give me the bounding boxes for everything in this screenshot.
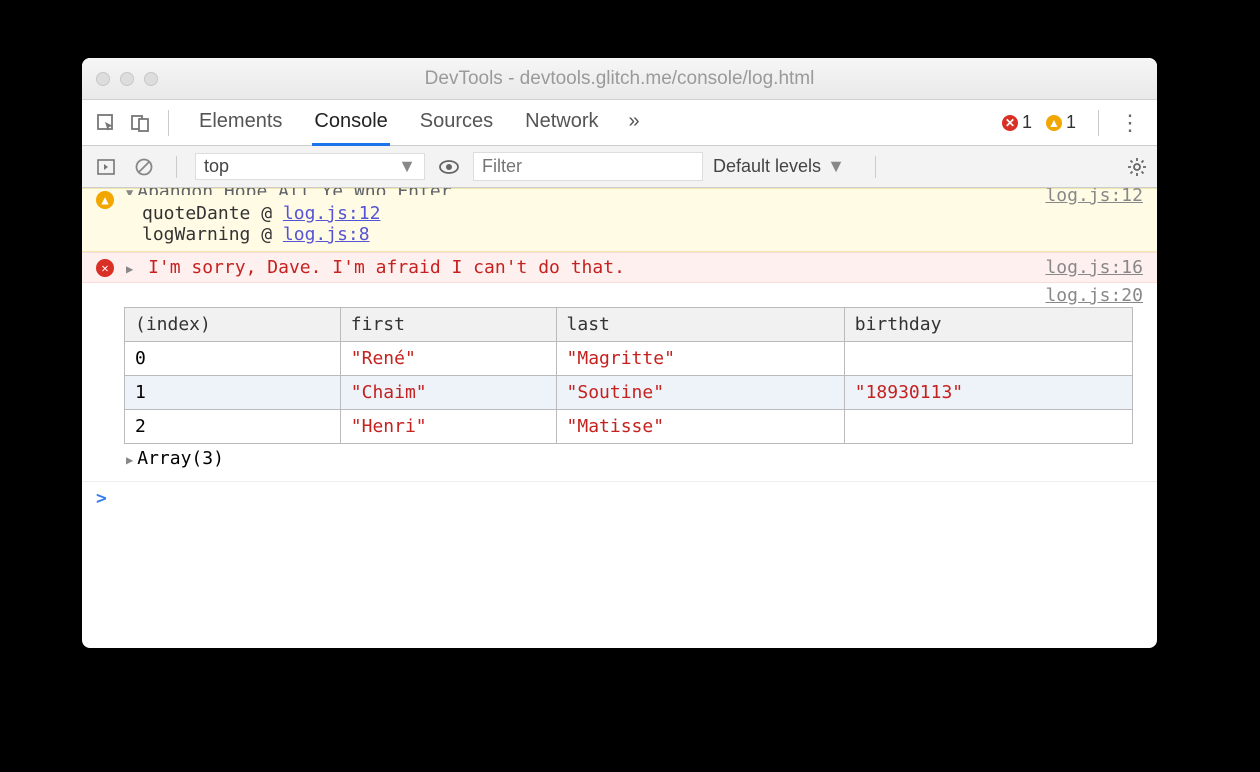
panel-tabs: Elements Console Sources Network »: [197, 100, 640, 146]
error-count: 1: [1022, 112, 1032, 133]
console-table: (index) first last birthday 0 "René" "Ma…: [124, 307, 1133, 444]
warning-count: 1: [1066, 112, 1076, 133]
table-row[interactable]: 2 "Henri" "Matisse": [125, 410, 1133, 444]
console-prompt[interactable]: >: [82, 481, 1157, 515]
chevron-down-icon: ▼: [827, 156, 845, 177]
warning-badge[interactable]: ▲ 1: [1046, 112, 1076, 133]
tab-sources[interactable]: Sources: [418, 100, 495, 146]
stack-link[interactable]: log.js:12: [283, 203, 381, 224]
toggle-sidebar-icon[interactable]: [92, 153, 120, 181]
tab-more[interactable]: »: [629, 100, 640, 146]
warning-icon: ▲: [1046, 115, 1062, 131]
log-error-entry[interactable]: ✕ ▶ I'm sorry, Dave. I'm afraid I can't …: [82, 252, 1157, 283]
separator: [168, 110, 169, 136]
table-row[interactable]: 0 "René" "Magritte": [125, 342, 1133, 376]
tab-console[interactable]: Console: [312, 100, 389, 146]
inspect-element-icon[interactable]: [92, 109, 120, 137]
device-toolbar-icon[interactable]: [126, 109, 154, 137]
stack-frame: quoteDante @ log.js:12: [126, 203, 1147, 224]
col-last[interactable]: last: [556, 308, 844, 342]
main-toolbar: Elements Console Sources Network » ✕ 1 ▲…: [82, 100, 1157, 146]
context-selector[interactable]: top ▼: [195, 153, 425, 180]
expand-triangle-icon[interactable]: ▼: [126, 188, 133, 195]
error-badge[interactable]: ✕ 1: [1002, 112, 1032, 133]
log-levels-select[interactable]: Default levels ▼: [713, 156, 845, 177]
source-link[interactable]: log.js:12: [1045, 188, 1143, 206]
warning-message: Abandon Hope All Ye Who Enter: [137, 188, 451, 195]
window-title: DevTools - devtools.glitch.me/console/lo…: [82, 68, 1157, 90]
settings-gear-icon[interactable]: [1127, 157, 1147, 177]
col-index[interactable]: (index): [125, 308, 341, 342]
levels-label: Default levels: [713, 156, 821, 177]
source-link[interactable]: log.js:16: [1045, 257, 1143, 278]
prompt-chevron-icon: >: [96, 488, 107, 509]
col-birthday[interactable]: birthday: [844, 308, 1132, 342]
titlebar: DevTools - devtools.glitch.me/console/lo…: [82, 58, 1157, 100]
devtools-window: DevTools - devtools.glitch.me/console/lo…: [82, 58, 1157, 648]
warning-icon: ▲: [96, 191, 114, 209]
console-content: ▲ ▼ Abandon Hope All Ye Who Enter log.js:…: [82, 188, 1157, 648]
stack-fn: logWarning: [142, 224, 250, 245]
stack-frame: logWarning @ log.js:8: [126, 224, 1147, 245]
tab-elements[interactable]: Elements: [197, 100, 284, 146]
table-header-row: (index) first last birthday: [125, 308, 1133, 342]
stack-fn: quoteDante: [142, 203, 250, 224]
close-circle[interactable]: [96, 72, 110, 86]
error-icon: ✕: [1002, 115, 1018, 131]
source-link[interactable]: log.js:20: [1045, 285, 1143, 306]
fullscreen-circle[interactable]: [144, 72, 158, 86]
more-options-icon[interactable]: ⋮: [1113, 110, 1147, 136]
minimize-circle[interactable]: [120, 72, 134, 86]
error-icon: ✕: [96, 259, 114, 277]
separator: [1098, 110, 1099, 136]
col-first[interactable]: first: [340, 308, 556, 342]
context-value: top: [204, 156, 229, 177]
live-expression-icon[interactable]: [435, 153, 463, 181]
clear-console-icon[interactable]: [130, 153, 158, 181]
console-filter-bar: top ▼ Default levels ▼: [82, 146, 1157, 188]
chevron-down-icon: ▼: [398, 156, 416, 177]
separator: [176, 156, 177, 178]
stack-link[interactable]: log.js:8: [283, 224, 370, 245]
expand-triangle-icon[interactable]: ▶: [126, 262, 133, 276]
expand-triangle-icon: ▶: [126, 453, 133, 467]
traffic-lights: [96, 72, 158, 86]
table-row[interactable]: 1 "Chaim" "Soutine" "18930113": [125, 376, 1133, 410]
log-table-entry: log.js:20 (index) first last birthday 0 …: [82, 283, 1157, 481]
log-warning-entry[interactable]: ▲ ▼ Abandon Hope All Ye Who Enter log.js:…: [82, 188, 1157, 252]
array-label: Array(3): [137, 448, 224, 469]
tab-network[interactable]: Network: [523, 100, 600, 146]
filter-input[interactable]: [473, 152, 703, 181]
array-expander[interactable]: ▶ Array(3): [82, 444, 1147, 473]
separator: [875, 156, 876, 178]
error-message: I'm sorry, Dave. I'm afraid I can't do t…: [148, 257, 625, 278]
